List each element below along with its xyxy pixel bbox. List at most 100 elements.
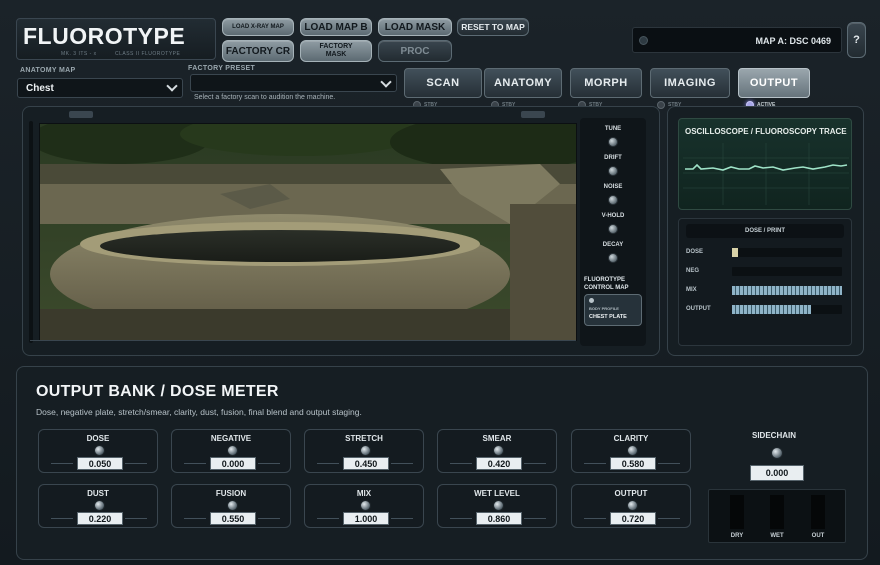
fusion-param: FUSION 0.550: [171, 484, 291, 528]
drag-handle-right[interactable]: [521, 111, 545, 118]
reset-to-map-button[interactable]: RESET TO MAP: [457, 18, 529, 36]
bank-title: OUTPUT BANK / DOSE METER: [36, 383, 279, 400]
tab-imaging[interactable]: IMAGING: [650, 68, 730, 98]
smear-knob[interactable]: [493, 445, 504, 456]
decay-knob[interactable]: [608, 253, 618, 263]
stretch-rule-right: [391, 463, 413, 464]
fusion-knob[interactable]: [227, 500, 238, 511]
chevron-down-icon: [166, 80, 178, 92]
stretch-knob[interactable]: [360, 445, 371, 456]
control-map-heading-line1: FLUOROTYPE: [584, 277, 626, 283]
fusion-rule-right: [258, 518, 280, 519]
sidechain-value[interactable]: 0.000: [750, 465, 804, 481]
wet-level-label: WET LEVEL: [474, 489, 520, 498]
fluoro-image: [39, 123, 577, 341]
chevron-down-icon: [380, 76, 392, 88]
factory-cr-button[interactable]: FACTORY CR: [222, 40, 294, 62]
scope-trace: [683, 143, 849, 205]
anatomy-map-select[interactable]: Chest: [17, 78, 183, 98]
wet-level-knob[interactable]: [493, 500, 504, 511]
clarity-rule-right: [658, 463, 680, 464]
wet-label: WET: [770, 533, 784, 539]
dose-meter: [732, 248, 842, 257]
v-hold-knob[interactable]: [608, 224, 618, 234]
image-viewer-panel: [22, 106, 660, 356]
load-xray-map-button[interactable]: LOAD X-RAY MAP: [222, 18, 294, 36]
fusion-value[interactable]: 0.550: [210, 512, 256, 525]
body-profile-button[interactable]: BODY PROFILE CHEST PLATE: [584, 294, 642, 326]
body-profile-label: BODY PROFILE: [589, 306, 619, 311]
negative-knob[interactable]: [227, 445, 238, 456]
clarity-rule-left: [584, 463, 606, 464]
anatomy-map-value: Chest: [26, 83, 54, 94]
clarity-knob[interactable]: [627, 445, 638, 456]
negative-rule-right: [258, 463, 280, 464]
tab-output[interactable]: OUTPUT: [738, 68, 810, 98]
fountain-photo: [40, 124, 576, 340]
negative-param: NEGATIVE 0.000: [171, 429, 291, 473]
negative-value[interactable]: 0.000: [210, 457, 256, 470]
mix-meter-label: MIX: [686, 287, 697, 293]
profile-dot-icon: [589, 298, 594, 303]
logo-subtitle-right: CLASS II FLUOROTYPE: [115, 51, 181, 57]
dose-param: DOSE 0.050: [38, 429, 158, 473]
drift-knob[interactable]: [608, 166, 618, 176]
stretch-param: STRETCH 0.450: [304, 429, 424, 473]
mix-value[interactable]: 1.000: [343, 512, 389, 525]
output-label: OUTPUT: [614, 489, 648, 498]
tune-knob[interactable]: [608, 137, 618, 147]
mix-knob[interactable]: [360, 500, 371, 511]
dose-label: DOSE: [86, 434, 110, 443]
smear-value[interactable]: 0.420: [476, 457, 522, 470]
output-knob[interactable]: [627, 500, 638, 511]
anatomy-map-label: ANATOMY MAP: [20, 67, 76, 74]
control-map-heading: FLUOROTYPE CONTROL MAP: [584, 276, 629, 292]
clarity-value[interactable]: 0.580: [610, 457, 656, 470]
smear-param: SMEAR 0.420: [437, 429, 557, 473]
wet-meter-slot: [770, 495, 784, 529]
status-dot-icon: [639, 36, 648, 45]
factory-preset-select[interactable]: [190, 74, 397, 92]
sidechain-knob[interactable]: [771, 447, 783, 459]
dose-value[interactable]: 0.050: [77, 457, 123, 470]
tab-scan[interactable]: SCAN: [404, 68, 482, 98]
horizontal-ruler: [30, 340, 576, 346]
tab-anatomy[interactable]: ANATOMY: [484, 68, 562, 98]
wet-level-rule-right: [524, 518, 546, 519]
mix-meter: [732, 286, 842, 295]
load-map-b-button[interactable]: LOAD MAP B: [300, 18, 372, 36]
imaging-status-led: [657, 101, 665, 109]
dose-knob[interactable]: [94, 445, 105, 456]
fusion-label: FUSION: [215, 489, 247, 498]
load-mask-button[interactable]: LOAD MASK: [378, 18, 452, 36]
scope-title: OSCILLOSCOPE / FLUOROSCOPY TRACE: [685, 127, 847, 136]
tune-label: TUNE: [604, 126, 622, 132]
dust-value[interactable]: 0.220: [77, 512, 123, 525]
drift-label: DRIFT: [604, 155, 622, 161]
dry-label: DRY: [730, 533, 744, 539]
drag-handle-left[interactable]: [69, 111, 93, 118]
dust-knob[interactable]: [94, 500, 105, 511]
mix-rule-left: [317, 518, 339, 519]
stretch-label: STRETCH: [345, 434, 383, 443]
wet-level-value[interactable]: 0.860: [476, 512, 522, 525]
decay-label: DECAY: [602, 242, 624, 248]
mix-param: MIX 1.000: [304, 484, 424, 528]
dose-meter-label: DOSE: [686, 249, 704, 255]
body-profile-value: CHEST PLATE: [589, 314, 627, 320]
output-rule-right: [658, 518, 680, 519]
negative-label: NEGATIVE: [210, 434, 252, 443]
noise-knob[interactable]: [608, 195, 618, 205]
dust-rule-left: [51, 518, 73, 519]
proc-button[interactable]: PROC: [378, 40, 452, 62]
help-button[interactable]: ?: [847, 22, 866, 58]
dust-rule-right: [125, 518, 147, 519]
stretch-value[interactable]: 0.450: [343, 457, 389, 470]
logo-subtitle-left: MK. 3 ITS - x: [61, 51, 97, 57]
vertical-scrollbar[interactable]: [29, 121, 33, 343]
logo-box: FLUOROTYPE MK. 3 ITS - x CLASS II FLUORO…: [16, 18, 216, 60]
factory-mask-button[interactable]: FACTORY MASK: [300, 40, 372, 62]
output-value[interactable]: 0.720: [610, 512, 656, 525]
neg-meter-label: NEG: [686, 268, 700, 274]
tab-morph[interactable]: MORPH: [570, 68, 642, 98]
